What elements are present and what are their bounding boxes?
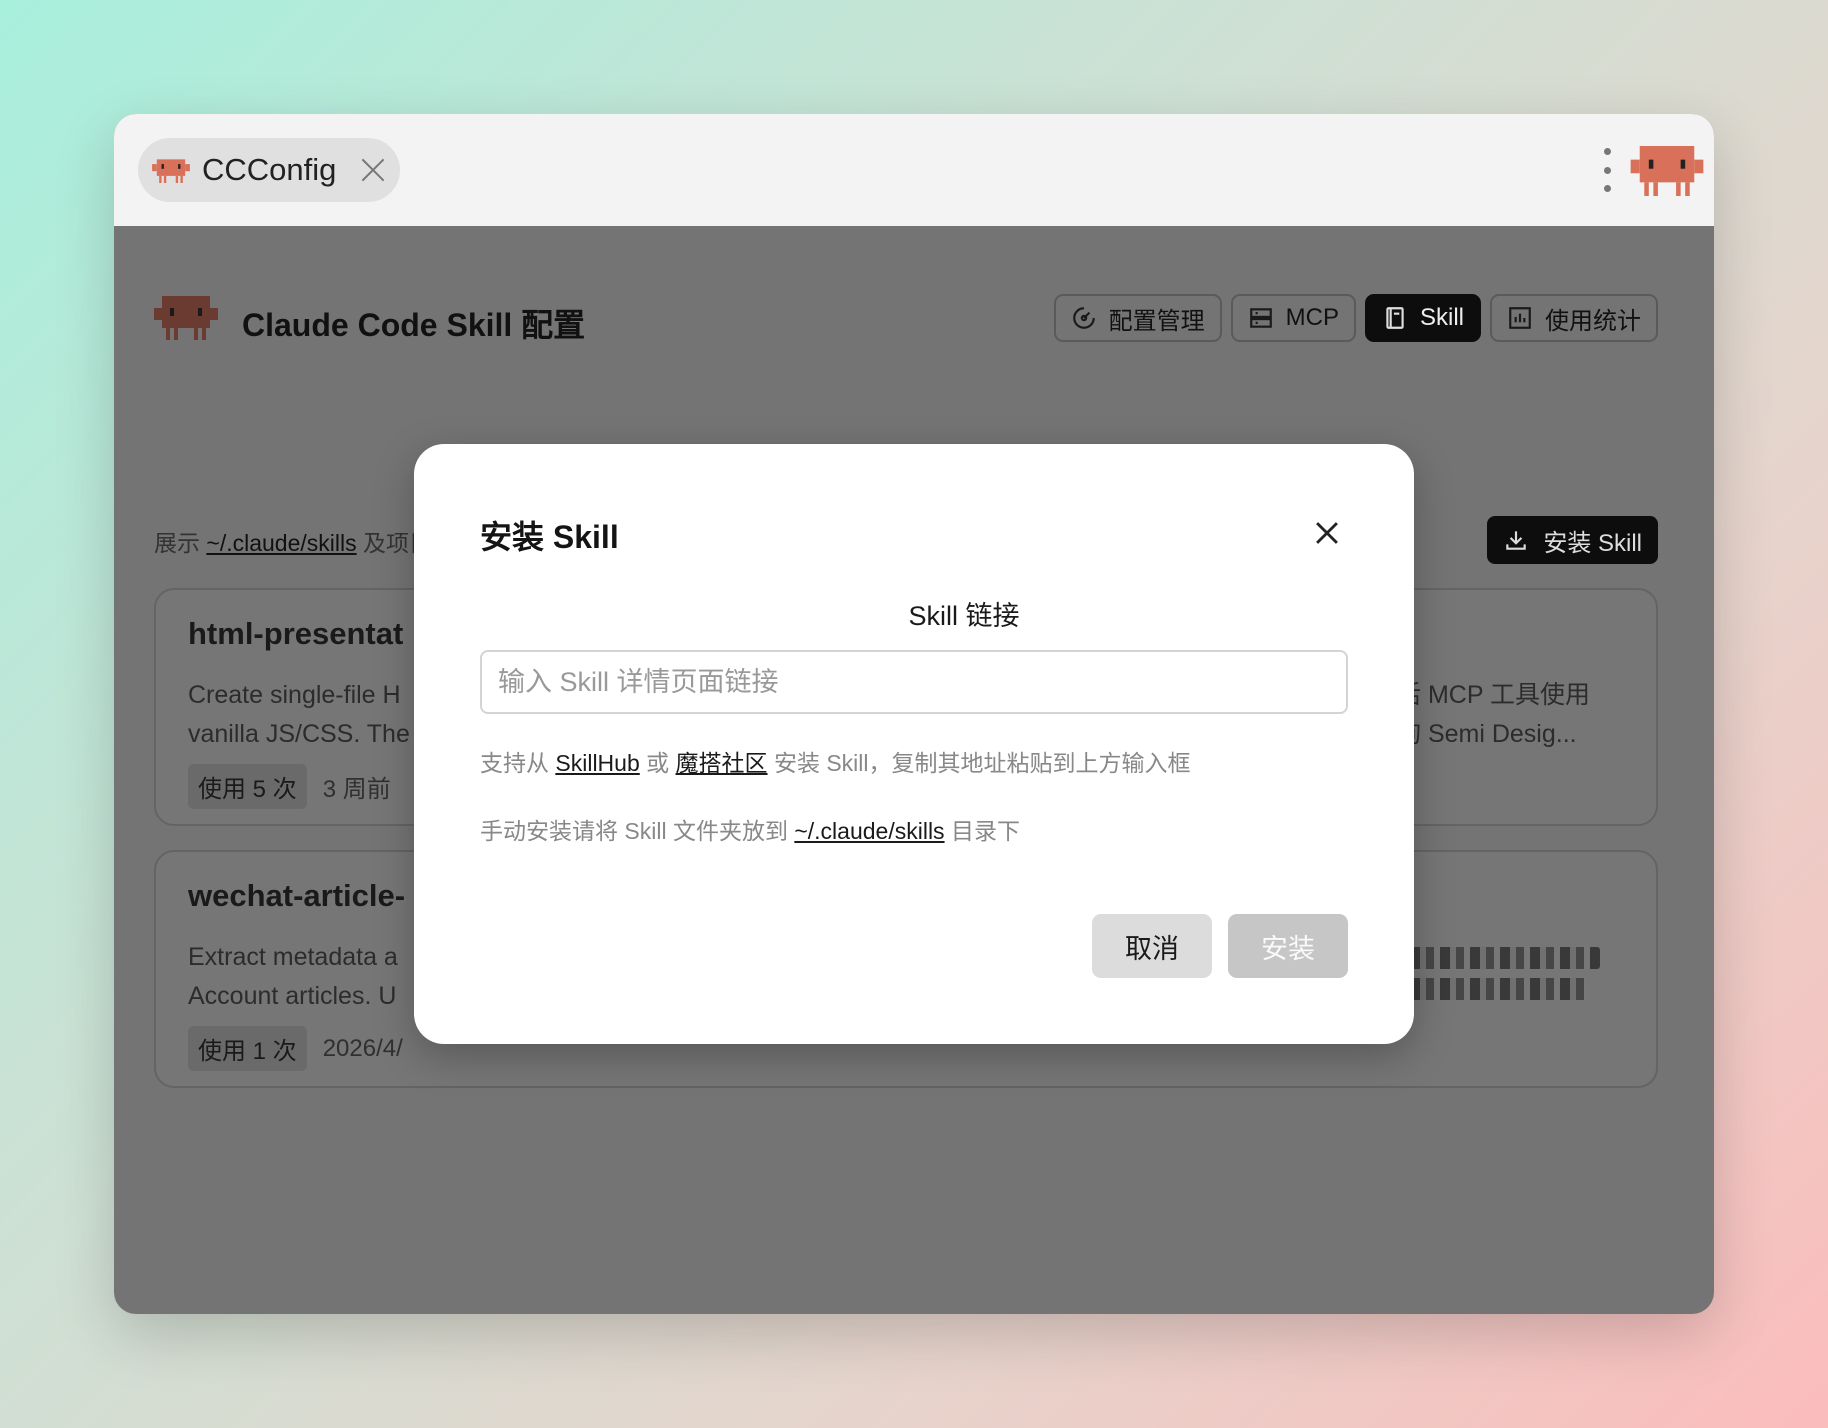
nav-config-management[interactable]: 配置管理	[1053, 294, 1222, 342]
download-icon	[1506, 531, 1527, 550]
skills-folder-link[interactable]: ~/.claude/skills	[794, 818, 944, 844]
top-nav: 配置管理 MCP Skill 使用统计	[1053, 294, 1658, 342]
hint-text: 手动安装请将 Skill 文件夹放到	[480, 818, 788, 844]
hint-text: 支持从	[480, 750, 549, 776]
skill-link-label: Skill 链接	[908, 601, 1020, 631]
tab-label: CCConfig	[202, 152, 337, 187]
usage-badge: 使用 1 次	[188, 1026, 307, 1071]
skill-meta: 使用 1 次 2026/4/	[188, 1026, 403, 1071]
hint-text: 或	[646, 750, 670, 776]
nav-skill[interactable]: Skill	[1364, 294, 1481, 342]
desc-line: 活 MCP 工具使用	[1396, 681, 1590, 709]
nav-mcp[interactable]: MCP	[1230, 294, 1356, 342]
skill-meta: 使用 5 次 3 周前	[188, 764, 391, 809]
nav-label: 配置管理	[1108, 307, 1205, 335]
gauge-icon	[1072, 307, 1095, 329]
nav-label: MCP	[1285, 304, 1339, 331]
dialog-title: 安装 Skill	[480, 519, 619, 555]
skill-description-right: 活 MCP 工具使用 询 Semi Desig...	[1396, 676, 1616, 754]
nav-label: Skill	[1419, 304, 1464, 331]
subtitle-prefix: 展示	[154, 530, 200, 556]
skill-name: wechat-article-	[188, 878, 406, 913]
install-source-hint: 支持从 SkillHub 或 魔搭社区 安装 Skill，复制其地址粘贴到上方输…	[480, 744, 1191, 778]
crab-logo-icon	[1630, 146, 1704, 196]
last-used-time: 3 周前	[322, 776, 391, 803]
cancel-button[interactable]: 取消	[1092, 914, 1212, 978]
install-skill-label: 安装 Skill	[1543, 529, 1642, 557]
book-icon	[1386, 307, 1404, 329]
hint-text: 目录下	[950, 818, 1020, 844]
skills-path-link[interactable]: ~/.claude/skills	[206, 530, 356, 556]
more-menu-icon[interactable]	[1602, 148, 1612, 192]
nav-usage-stats[interactable]: 使用统计	[1490, 294, 1658, 342]
desc-line: 询 Semi Desig...	[1396, 720, 1577, 748]
crab-logo-icon	[152, 159, 190, 183]
install-skill-dialog: 安装 Skill Skill 链接 支持从 SkillHub 或 魔搭社区 安装…	[414, 444, 1414, 1044]
install-button[interactable]: 安装	[1228, 914, 1348, 978]
last-used-time: 2026/4/	[322, 1034, 403, 1062]
manual-install-hint: 手动安装请将 Skill 文件夹放到 ~/.claude/skills 目录下	[480, 812, 1020, 846]
usage-badge: 使用 5 次	[188, 764, 307, 809]
bar-chart-icon	[1509, 307, 1531, 329]
close-icon[interactable]	[1310, 516, 1344, 550]
tab-ccconfig[interactable]: CCConfig	[138, 138, 400, 202]
install-skill-button[interactable]: 安装 Skill	[1487, 516, 1658, 564]
close-tab-icon[interactable]	[360, 157, 386, 183]
app-logo-icon	[154, 296, 218, 340]
hint-text: 安装 Skill，复制其地址粘贴到上方输入框	[773, 750, 1191, 776]
title-bar: CCConfig	[114, 114, 1714, 226]
page-title: Claude Code Skill 配置	[242, 307, 586, 343]
server-icon	[1249, 308, 1272, 328]
skillhub-link[interactable]: SkillHub	[555, 750, 639, 776]
modelscope-link[interactable]: 魔搭社区	[676, 750, 768, 776]
blurred-description	[1410, 938, 1600, 1008]
skill-link-input[interactable]	[480, 650, 1348, 714]
skill-name: html-presentat	[188, 616, 404, 651]
nav-label: 使用统计	[1545, 307, 1641, 335]
